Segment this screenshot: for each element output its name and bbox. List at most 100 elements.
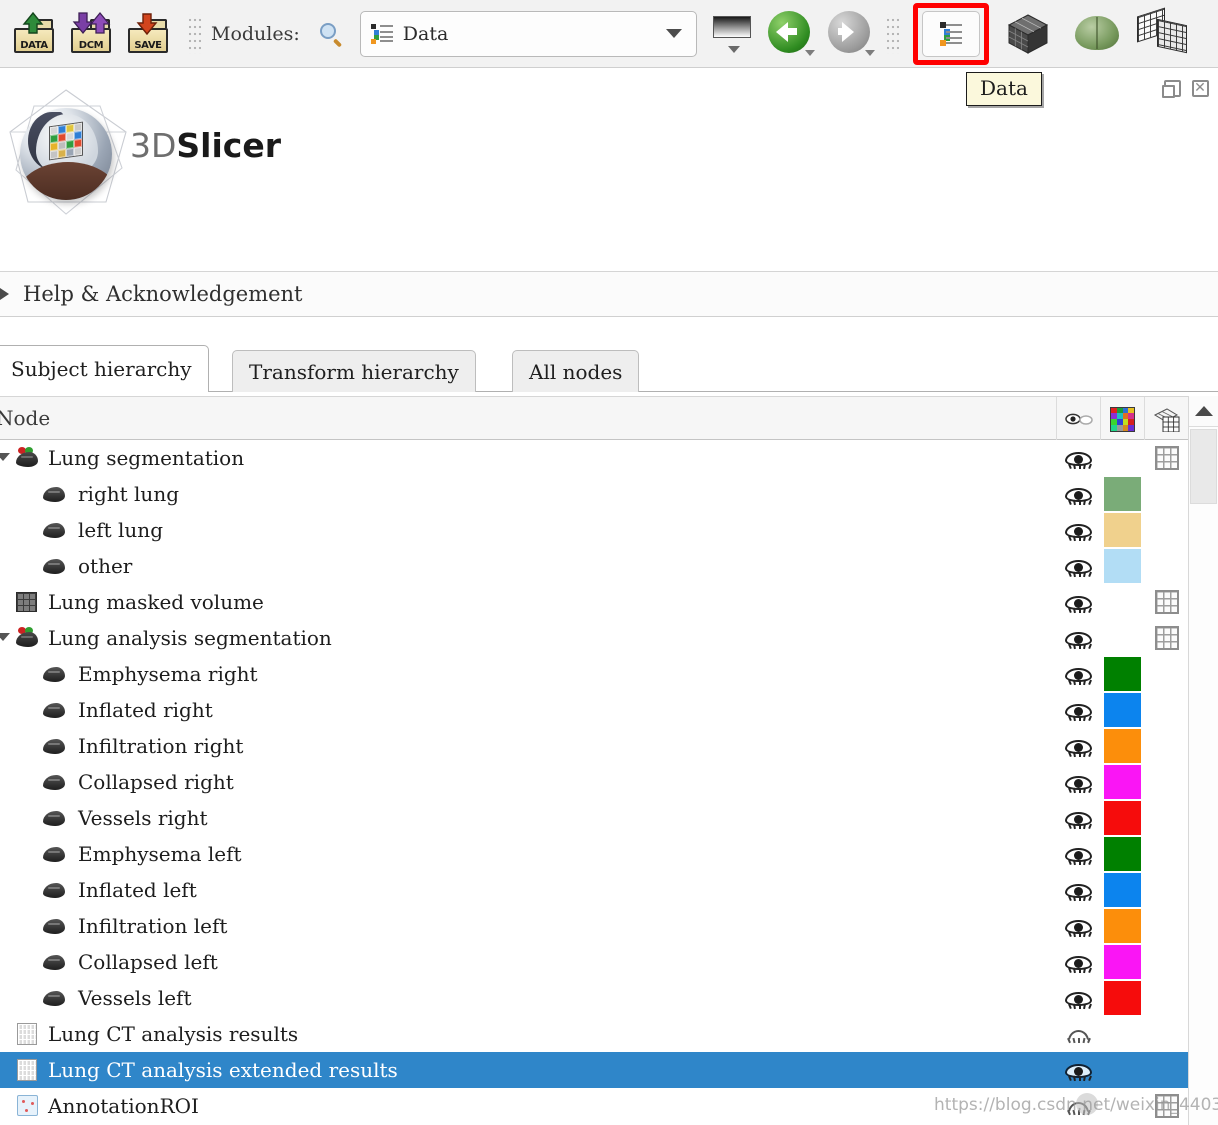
transform-grid-icon — [1155, 590, 1179, 614]
transforms-button[interactable] — [1135, 6, 1193, 60]
tree-row[interactable]: Collapsed right — [0, 764, 1218, 800]
transform-cell[interactable] — [1144, 1016, 1190, 1052]
color-swatch — [1103, 477, 1141, 511]
tree-row[interactable]: Inflated right — [0, 692, 1218, 728]
color-swatch-cell — [1100, 728, 1144, 764]
visibility-toggle[interactable] — [1056, 440, 1100, 476]
transform-cell[interactable] — [1144, 692, 1190, 728]
tree-row[interactable]: other — [0, 548, 1218, 584]
tree-row[interactable]: Inflated left — [0, 872, 1218, 908]
visibility-toggle[interactable] — [1056, 512, 1100, 548]
visibility-toggle[interactable] — [1056, 548, 1100, 584]
visibility-toggle[interactable] — [1056, 476, 1100, 512]
visibility-toggle[interactable] — [1056, 836, 1100, 872]
tree-row[interactable]: right lung — [0, 476, 1218, 512]
expander-icon[interactable] — [0, 633, 10, 641]
transform-cell[interactable] — [1144, 872, 1190, 908]
transform-cell[interactable] — [1144, 764, 1190, 800]
tree-row[interactable]: Lung masked volume — [0, 584, 1218, 620]
load-dicom-button[interactable]: DCM — [68, 11, 114, 57]
visibility-toggle[interactable] — [1056, 1052, 1100, 1088]
module-selector-combobox[interactable]: Data — [359, 10, 697, 57]
tree-row[interactable]: Vessels right — [0, 800, 1218, 836]
tree-row[interactable]: Lung analysis segmentation — [0, 620, 1218, 656]
column-header-visibility[interactable] — [1056, 397, 1100, 441]
close-panel-button[interactable]: ✕ — [1188, 76, 1212, 100]
transform-cell[interactable] — [1144, 656, 1190, 692]
undock-icon — [1161, 79, 1181, 98]
transform-cell[interactable] — [1144, 620, 1190, 656]
visibility-toggle[interactable] — [1056, 584, 1100, 620]
transform-cell[interactable] — [1144, 1052, 1190, 1088]
transform-cell[interactable] — [1144, 908, 1190, 944]
tree-row[interactable]: Collapsed left — [0, 944, 1218, 980]
scroll-up-arrow-icon[interactable] — [1189, 396, 1218, 427]
transform-cell[interactable] — [1144, 476, 1190, 512]
visibility-toggle[interactable] — [1056, 692, 1100, 728]
column-header-node[interactable]: Node — [0, 406, 50, 430]
visibility-toggle[interactable] — [1056, 764, 1100, 800]
tab-subject-hierarchy[interactable]: Subject hierarchy — [0, 345, 209, 392]
color-swatch — [1103, 837, 1141, 871]
tree-row[interactable]: Lung CT analysis extended results — [0, 1052, 1218, 1088]
expander-icon[interactable] — [0, 453, 10, 461]
toolbar-drag-handle[interactable] — [189, 13, 201, 54]
transform-cell[interactable] — [1144, 980, 1190, 1016]
transform-cell[interactable] — [1144, 440, 1190, 476]
module-search-button[interactable] — [314, 17, 348, 51]
tree-row-label: other — [78, 554, 133, 578]
undock-panel-button[interactable] — [1160, 76, 1184, 100]
tree-row[interactable]: Vessels left — [0, 980, 1218, 1016]
column-header-color[interactable] — [1100, 397, 1144, 441]
load-data-button[interactable]: DATA — [11, 11, 57, 57]
help-acknowledgement-section[interactable]: Help & Acknowledgement — [0, 272, 1218, 317]
transform-cell[interactable] — [1144, 512, 1190, 548]
visibility-toggle[interactable] — [1056, 980, 1100, 1016]
slicer-data-module-window: DATA DCM SAVE Modules: Data Data ✕ 3DSli… — [0, 0, 1218, 1125]
tab-all-nodes[interactable]: All nodes — [512, 350, 640, 392]
transform-cell[interactable] — [1144, 1088, 1190, 1124]
transform-cell[interactable] — [1144, 728, 1190, 764]
scrollbar-thumb[interactable] — [1190, 429, 1217, 504]
toolbar-drag-handle[interactable] — [886, 13, 899, 54]
chevron-down-icon — [804, 49, 815, 56]
volume-icon — [13, 590, 41, 614]
visibility-toggle[interactable] — [1056, 620, 1100, 656]
visibility-toggle[interactable] — [1056, 656, 1100, 692]
module-history-forward-button[interactable] — [825, 9, 875, 59]
visibility-toggle[interactable] — [1056, 1088, 1100, 1124]
save-data-button[interactable]: SAVE — [125, 11, 171, 57]
tree-row[interactable]: Lung CT analysis results — [0, 1016, 1218, 1052]
tree-row[interactable]: Infiltration left — [0, 908, 1218, 944]
color-swatch — [1103, 801, 1141, 835]
tree-vertical-scrollbar[interactable] — [1188, 396, 1218, 1125]
column-header-transform[interactable] — [1144, 397, 1190, 441]
subject-hierarchy-tree[interactable]: Lung segmentation right lung left lung othe… — [0, 440, 1218, 1125]
transform-cell[interactable] — [1144, 944, 1190, 980]
transform-cell[interactable] — [1144, 548, 1190, 584]
segment-icon — [40, 986, 68, 1010]
module-history-back-button[interactable] — [765, 9, 815, 59]
colormap-button[interactable] — [711, 11, 755, 57]
segment-editor-button[interactable] — [1071, 9, 1123, 59]
tab-transform-hierarchy[interactable]: Transform hierarchy — [232, 350, 476, 392]
transform-cell[interactable] — [1144, 584, 1190, 620]
tree-row[interactable]: AnnotationROI — [0, 1088, 1218, 1124]
visibility-toggle[interactable] — [1056, 800, 1100, 836]
chevron-down-icon — [864, 49, 875, 56]
visibility-toggle[interactable] — [1056, 872, 1100, 908]
tree-row[interactable]: Emphysema left — [0, 836, 1218, 872]
visibility-toggle[interactable] — [1056, 908, 1100, 944]
tree-row-label: Vessels right — [78, 806, 208, 830]
tree-row[interactable]: left lung — [0, 512, 1218, 548]
visibility-toggle[interactable] — [1056, 1016, 1100, 1052]
tree-row[interactable]: Lung segmentation — [0, 440, 1218, 476]
data-module-button[interactable] — [921, 10, 980, 57]
visibility-toggle[interactable] — [1056, 944, 1100, 980]
volume-rendering-button[interactable] — [1003, 9, 1055, 59]
visibility-toggle[interactable] — [1056, 728, 1100, 764]
transform-cell[interactable] — [1144, 836, 1190, 872]
tree-row[interactable]: Infiltration right — [0, 728, 1218, 764]
transform-cell[interactable] — [1144, 800, 1190, 836]
tree-row[interactable]: Emphysema right — [0, 656, 1218, 692]
